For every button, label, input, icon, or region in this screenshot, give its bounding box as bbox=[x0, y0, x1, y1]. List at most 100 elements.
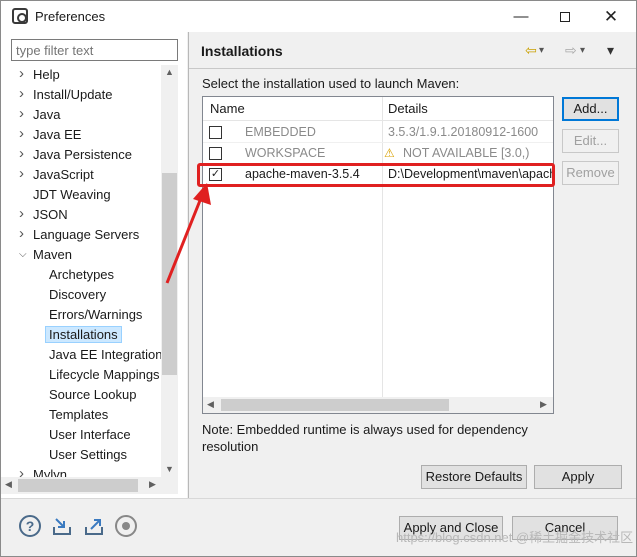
installation-details: 3.5.3/1.9.1.20180912-1600 bbox=[388, 125, 539, 139]
add-button-label: Add... bbox=[573, 101, 608, 116]
watermark-text: https://blog.csdn.net @稀土掘金技术社区 bbox=[396, 530, 634, 545]
add-button[interactable]: Add... bbox=[562, 97, 619, 121]
import-icon[interactable] bbox=[51, 515, 73, 537]
record-icon[interactable] bbox=[115, 515, 137, 537]
tree-item[interactable]: › JavaScript bbox=[19, 165, 94, 185]
chevron-right-icon[interactable]: › bbox=[19, 224, 24, 244]
tree-item[interactable]: › Mylyn bbox=[19, 465, 67, 477]
scroll-right-icon[interactable]: ▶ bbox=[149, 479, 156, 490]
minimize-button[interactable]: — bbox=[498, 1, 544, 32]
tree-item[interactable]: Discovery bbox=[49, 285, 106, 305]
tree-horizontal-scrollbar[interactable]: ◀ ▶ bbox=[1, 477, 178, 494]
instruction-text: Select the installation used to launch M… bbox=[202, 76, 460, 91]
tree-item[interactable]: Templates bbox=[49, 405, 108, 425]
restore-defaults-button[interactable]: Restore Defaults bbox=[421, 465, 527, 489]
tree-item[interactable]: Source Lookup bbox=[49, 385, 136, 405]
maximize-icon bbox=[560, 12, 570, 23]
column-header-details[interactable]: Details bbox=[388, 101, 428, 116]
tree-item-label: Java Persistence bbox=[33, 147, 132, 162]
tree-item[interactable]: User Interface bbox=[49, 425, 131, 445]
tree-item-label: Java EE bbox=[33, 127, 82, 142]
chevron-right-icon[interactable]: › bbox=[19, 204, 24, 224]
chevron-right-icon[interactable]: › bbox=[19, 65, 24, 84]
chevron-right-icon[interactable]: › bbox=[19, 164, 24, 184]
preferences-window: Preferences — ✕ › Help › Install/Update › Jav… bbox=[0, 0, 637, 557]
chevron-right-icon[interactable]: › bbox=[19, 84, 24, 104]
tree-item[interactable]: JDT Weaving bbox=[33, 185, 111, 205]
scroll-down-icon[interactable]: ▼ bbox=[165, 464, 174, 474]
back-icon[interactable]: ⇦ bbox=[525, 42, 537, 59]
table-horizontal-scrollbar[interactable]: ◀ ▶ bbox=[203, 397, 553, 413]
chevron-right-icon[interactable]: › bbox=[19, 144, 24, 164]
close-button[interactable]: ✕ bbox=[588, 1, 634, 32]
eclipse-app-icon bbox=[12, 8, 28, 24]
tree-item-label: Mylyn bbox=[33, 467, 67, 477]
tree-item-label: User Settings bbox=[49, 447, 128, 462]
preference-tree: › Help › Install/Update › Java › Java EE › Java P… bbox=[1, 65, 161, 477]
tree-item-label: Language Servers bbox=[33, 227, 140, 242]
table-row[interactable]: WORKSPACE ⚠ NOT AVAILABLE [3.0,) bbox=[203, 143, 553, 164]
warning-icon: ⚠ bbox=[384, 146, 395, 160]
column-header-name[interactable]: Name bbox=[210, 101, 245, 116]
table-horizontal-thumb[interactable] bbox=[221, 399, 449, 411]
view-menu-icon[interactable]: ▾ bbox=[607, 42, 614, 59]
tree-item[interactable]: Lifecycle Mappings bbox=[49, 365, 160, 385]
chevron-right-icon[interactable]: › bbox=[19, 464, 24, 477]
tree-item-label: Maven bbox=[33, 247, 73, 262]
scroll-up-icon[interactable]: ▲ bbox=[165, 67, 174, 77]
installations-table: Name Details EMBEDDED 3.5.3/1.9.1.2018091… bbox=[202, 96, 554, 414]
edit-button[interactable]: Edit... bbox=[562, 129, 619, 153]
tree-item-label: Lifecycle Mappings bbox=[49, 367, 160, 382]
filter-input[interactable] bbox=[11, 39, 178, 61]
tree-item[interactable]: › Help bbox=[19, 65, 60, 85]
maximize-button[interactable] bbox=[542, 1, 588, 32]
edit-button-label: Edit... bbox=[573, 133, 608, 148]
forward-dropdown-icon[interactable]: ▾ bbox=[580, 45, 585, 56]
remove-button-label: Remove bbox=[566, 165, 615, 180]
tree-item-label: Java EE Integration bbox=[49, 347, 161, 362]
table-row[interactable]: EMBEDDED 3.5.3/1.9.1.20180912-1600 bbox=[203, 122, 553, 143]
highlight-box bbox=[197, 163, 555, 187]
tree-item[interactable]: › Language Servers bbox=[19, 225, 140, 245]
remove-button[interactable]: Remove bbox=[562, 161, 619, 185]
apply-button[interactable]: Apply bbox=[534, 465, 622, 489]
tree-item-label: JavaScript bbox=[33, 167, 94, 182]
tree-item[interactable]: Errors/Warnings bbox=[49, 305, 142, 325]
tree-item-label: Source Lookup bbox=[49, 387, 137, 402]
installation-checkbox[interactable] bbox=[209, 147, 222, 160]
tree-item-label: Errors/Warnings bbox=[49, 307, 143, 322]
tree-item[interactable]: Archetypes bbox=[49, 265, 114, 285]
tree-item[interactable]: Java EE Integration bbox=[49, 345, 161, 365]
tree-item[interactable]: › Install/Update bbox=[19, 85, 113, 105]
help-icon[interactable]: ? bbox=[19, 515, 41, 537]
page-title: Installations bbox=[201, 43, 283, 59]
chevron-down-icon[interactable]: ⌵ bbox=[19, 245, 27, 265]
tree-item-label: Templates bbox=[49, 407, 109, 422]
tree-horizontal-thumb[interactable] bbox=[18, 479, 138, 492]
installation-checkbox[interactable] bbox=[209, 126, 222, 139]
tree-item[interactable]: › Java Persistence bbox=[19, 145, 132, 165]
forward-icon[interactable]: ⇨ bbox=[565, 42, 577, 59]
tree-item[interactable]: User Settings bbox=[49, 445, 127, 465]
tree-item[interactable]: › Java bbox=[19, 105, 60, 125]
chevron-right-icon[interactable]: › bbox=[19, 124, 24, 144]
tree-item[interactable]: › JSON bbox=[19, 205, 68, 225]
tree-item-label: Discovery bbox=[49, 287, 107, 302]
scroll-right-icon[interactable]: ▶ bbox=[540, 399, 547, 410]
installation-name: WORKSPACE bbox=[245, 146, 326, 160]
scroll-left-icon[interactable]: ◀ bbox=[207, 399, 214, 410]
chevron-right-icon[interactable]: › bbox=[19, 104, 24, 124]
scroll-left-icon[interactable]: ◀ bbox=[5, 479, 12, 490]
title-bar: Preferences — ✕ bbox=[1, 1, 636, 32]
tree-item-label: Installations bbox=[45, 326, 122, 343]
back-dropdown-icon[interactable]: ▾ bbox=[539, 45, 544, 56]
installation-details: NOT AVAILABLE [3.0,) bbox=[403, 146, 530, 160]
tree-item-label: Archetypes bbox=[49, 267, 115, 282]
installation-name: EMBEDDED bbox=[245, 125, 316, 139]
tree-item[interactable]: ⌵ Maven bbox=[19, 245, 73, 265]
table-header: Name Details bbox=[203, 97, 553, 121]
tree-item[interactable]: › Java EE bbox=[19, 125, 82, 145]
page-nav-toolbar: ⇦ ▾ ⇨ ▾ ▾ bbox=[525, 42, 625, 60]
export-icon[interactable] bbox=[83, 515, 105, 537]
tree-item[interactable]: Installations bbox=[45, 325, 122, 345]
